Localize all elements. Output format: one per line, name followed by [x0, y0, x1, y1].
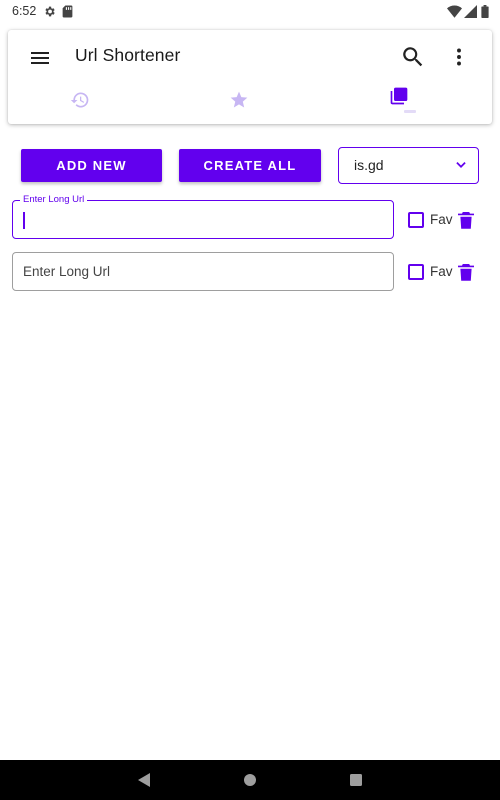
gear-icon [43, 5, 56, 21]
long-url-input[interactable]: Enter Long Url [12, 194, 394, 239]
status-time: 6:52 [12, 4, 37, 18]
sd-card-icon [62, 5, 73, 21]
tab-create[interactable] [330, 84, 491, 122]
more-vert-icon[interactable] [446, 44, 472, 70]
app-title: Url Shortener [75, 45, 181, 65]
add-new-button[interactable]: ADD NEW [21, 149, 162, 182]
long-url-input[interactable]: Enter Long Url [12, 252, 394, 291]
fav-checkbox[interactable] [408, 212, 424, 228]
delete-icon[interactable] [458, 263, 474, 281]
service-select[interactable]: is.gd [338, 147, 479, 184]
text-cursor [23, 212, 25, 229]
long-url-input-label: Enter Long Url [20, 194, 88, 206]
system-nav-bar [0, 760, 500, 800]
battery-icon [481, 5, 489, 21]
signal-icon [464, 5, 477, 21]
create-all-button[interactable]: CREATE ALL [179, 149, 321, 182]
app-bar: Url Shortener [8, 30, 492, 124]
service-select-value: is.gd [354, 157, 384, 173]
wifi-icon [447, 5, 462, 21]
fav-checkbox[interactable] [408, 264, 424, 280]
recents-icon[interactable] [349, 772, 363, 793]
fav-label: Fav [430, 212, 453, 227]
chevron-down-icon [454, 158, 468, 177]
long-url-input-placeholder: Enter Long Url [23, 264, 111, 279]
status-bar: 6:52 [0, 0, 500, 24]
fav-label: Fav [430, 264, 453, 279]
search-icon[interactable] [400, 44, 426, 70]
tab-history[interactable] [8, 84, 169, 122]
delete-icon[interactable] [458, 211, 474, 229]
tab-indicator [404, 110, 416, 113]
hamburger-menu-icon[interactable] [28, 46, 52, 70]
tab-bar [8, 84, 492, 122]
back-icon[interactable] [137, 772, 151, 793]
tab-favorites[interactable] [169, 84, 330, 122]
home-icon[interactable] [243, 772, 257, 793]
